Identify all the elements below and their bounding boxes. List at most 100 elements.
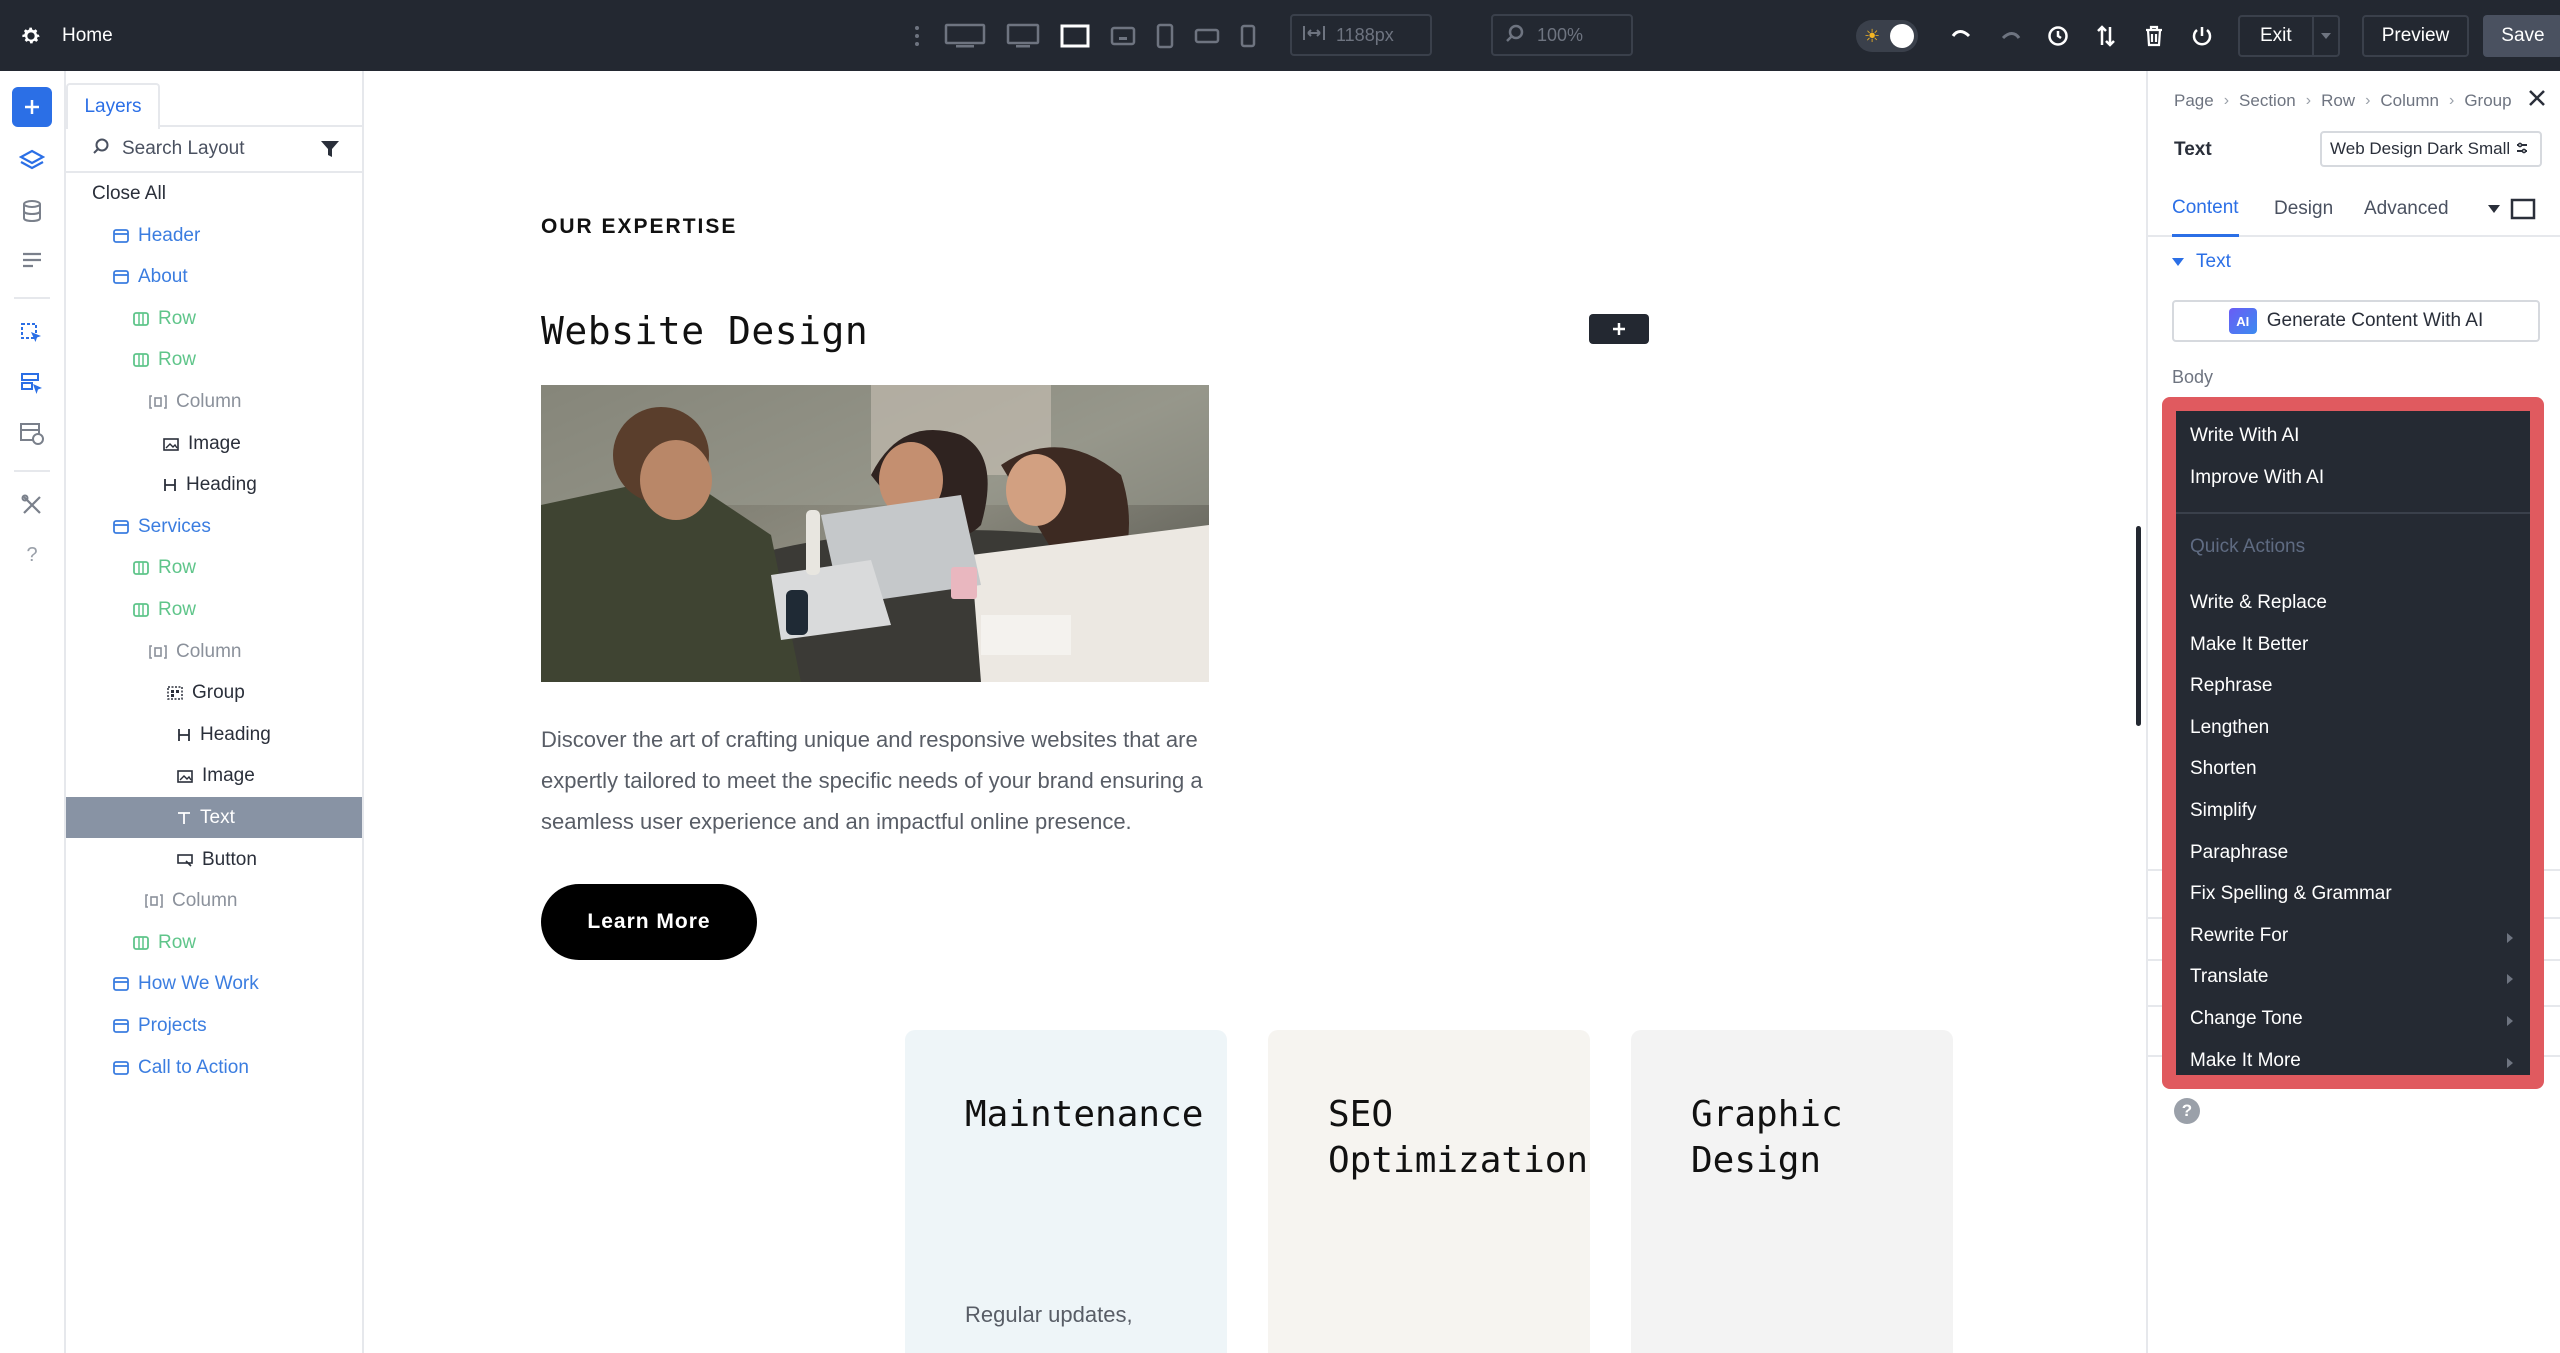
breadcrumb-item[interactable]: Section [2239,91,2296,111]
service-description[interactable]: Discover the art of crafting unique and … [541,719,1221,842]
menu-item-quick-action[interactable]: Rephrase [2176,665,2530,707]
menu-item-quick-action[interactable]: Write & Replace [2176,582,2530,624]
menu-item-quick-action[interactable]: Make It More [2176,1040,2530,1082]
layer-row-icon [132,560,150,576]
layer-item-row[interactable]: Row [66,340,362,381]
layer-item-section[interactable]: About [66,257,362,298]
text-group-toggle[interactable]: Text [2172,251,2231,273]
menu-item-quick-action[interactable]: Lengthen [2176,707,2530,749]
select-element-icon[interactable] [12,314,52,354]
more-vertical-icon[interactable] [910,26,924,46]
layer-item-column[interactable]: Column [66,881,362,922]
device-switcher [910,0,1256,71]
help-icon[interactable]: ? [12,535,52,575]
team-meeting-image[interactable] [541,385,1209,682]
preset-select[interactable]: Web Design Dark Small [2320,131,2542,167]
learn-more-button[interactable]: Learn More [541,884,757,960]
filter-icon[interactable] [320,139,340,165]
settings-gear-icon[interactable] [0,0,62,71]
tabs-dropdown-icon[interactable] [2488,181,2500,237]
layer-item-section[interactable]: Services [66,506,362,547]
breadcrumb-item[interactable]: Column [2380,91,2439,111]
redo-icon[interactable] [1986,0,2034,71]
layer-item-button[interactable]: Button [66,839,362,880]
layer-item-heading[interactable]: Heading [66,465,362,506]
phone-portrait-icon[interactable] [1240,0,1256,71]
menu-item-quick-action[interactable]: Fix Spelling & Grammar [2176,873,2530,915]
layer-item-column[interactable]: Column [66,631,362,672]
layer-item-image[interactable]: Image [66,756,362,797]
tab-layers[interactable]: Layers [66,83,160,129]
undo-icon[interactable] [1938,0,1986,71]
layer-image-icon [162,436,180,452]
close-all-button[interactable]: Close All [66,173,362,215]
menu-item-improve-with-ai[interactable]: Improve With AI [2176,457,2530,499]
layers-icon[interactable] [12,141,52,181]
menu-item-quick-action[interactable]: Shorten [2176,748,2530,790]
laptop-icon[interactable] [1060,0,1090,71]
layers-search-input[interactable]: Search Layout [66,127,362,173]
layer-item-section[interactable]: How We Work [66,964,362,1005]
menu-item-quick-action[interactable]: Make It Better [2176,624,2530,666]
close-icon[interactable] [2528,89,2546,112]
exit-button[interactable]: Exit [2238,15,2340,57]
tablet-portrait-icon[interactable] [1156,0,1174,71]
section-eyebrow[interactable]: OUR EXPERTISE [541,215,737,239]
zoom-value: 100% [1537,25,1583,46]
breadcrumb-item[interactable]: Group [2464,91,2511,111]
card-graphic-design[interactable]: Graphic Design [1631,1030,1953,1353]
chevron-down-icon[interactable] [2312,17,2338,55]
menu-item-quick-action[interactable]: Change Tone [2176,998,2530,1040]
tab-design[interactable]: Design [2274,181,2333,237]
responsive-toggle-icon[interactable] [2510,181,2536,237]
add-icon[interactable] [12,87,52,127]
menu-item-quick-action[interactable]: Rewrite For [2176,915,2530,957]
save-button[interactable]: Save [2483,15,2560,57]
layer-item-group[interactable]: Group [66,673,362,714]
tablet-landscape-icon[interactable] [1110,0,1136,71]
card-maintenance[interactable]: Maintenance Regular updates, [905,1030,1227,1353]
layer-item-section[interactable]: Projects [66,1005,362,1046]
layer-item-heading[interactable]: Heading [66,714,362,755]
tab-advanced[interactable]: Advanced [2364,181,2449,237]
card-seo-optimization[interactable]: SEO Optimization [1268,1030,1590,1353]
menu-item-quick-action[interactable]: Translate [2176,956,2530,998]
desktop-icon[interactable] [1006,0,1040,71]
theme-toggle[interactable]: ☀ [1856,20,1918,52]
trash-icon[interactable] [2130,0,2178,71]
menu-item-quick-action[interactable]: Paraphrase [2176,832,2530,874]
layer-item-row[interactable]: Row [66,589,362,630]
canvas-scrollbar[interactable] [2136,526,2141,726]
layer-item-section[interactable]: Header [66,215,362,256]
power-icon[interactable] [2178,0,2226,71]
help-circle-icon[interactable]: ? [2174,1098,2200,1124]
page-settings-icon[interactable] [12,241,52,281]
layer-item-row[interactable]: Row [66,548,362,589]
service-heading[interactable]: Website Design [541,309,868,353]
sort-arrows-icon[interactable] [2082,0,2130,71]
menu-item-quick-action[interactable]: Simplify [2176,790,2530,832]
canvas-width-input[interactable]: 1188px [1290,14,1432,56]
layer-item-column[interactable]: Column [66,381,362,422]
generate-content-ai-button[interactable]: AI Generate Content With AI [2172,300,2540,342]
layer-item-row[interactable]: Row [66,298,362,339]
layer-item-text[interactable]: Text [66,797,362,838]
menu-item-write-with-ai[interactable]: Write With AI [2176,415,2530,457]
breadcrumb-item[interactable]: Row [2321,91,2355,111]
breadcrumb-separator-icon: › [2449,92,2454,110]
history-icon[interactable] [2034,0,2082,71]
database-icon[interactable] [12,191,52,231]
tools-icon[interactable] [12,485,52,525]
breadcrumb-item[interactable]: Page [2174,91,2214,111]
tab-content[interactable]: Content [2172,181,2239,237]
layer-item-image[interactable]: Image [66,423,362,464]
multi-select-icon[interactable] [12,364,52,404]
desktop-wide-icon[interactable] [944,0,986,71]
zoom-input[interactable]: 100% [1491,14,1633,56]
layer-item-section[interactable]: Call to Action [66,1047,362,1088]
preview-button[interactable]: Preview [2362,15,2470,57]
add-module-button[interactable] [1589,314,1649,344]
layer-item-row[interactable]: Row [66,922,362,963]
phone-landscape-icon[interactable] [1194,0,1220,71]
preview-layout-icon[interactable] [12,414,52,454]
